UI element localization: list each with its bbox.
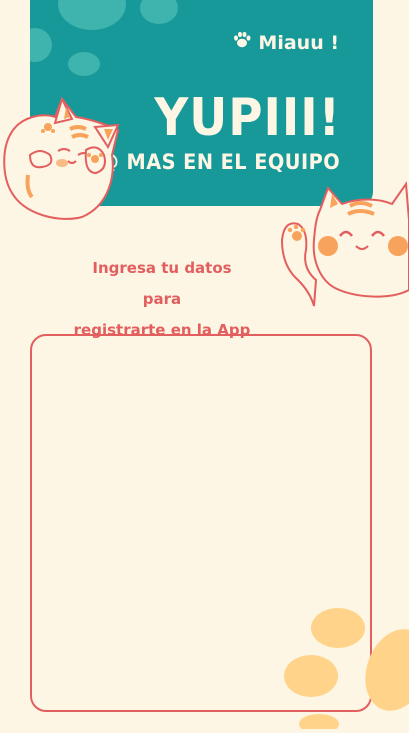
page-title: YUPIII!: [154, 88, 341, 148]
decor-blob: [58, 0, 126, 30]
paw-print-decoration: [283, 606, 409, 733]
register-instructions: Ingresa tu datos para registrarte en la …: [72, 253, 252, 346]
brand-label: Miauu !: [258, 31, 339, 54]
instructions-line-1: Ingresa tu datos para: [92, 259, 232, 308]
decor-blob: [140, 0, 178, 24]
cat-mascot-right: [280, 180, 409, 314]
decor-blob: [30, 28, 52, 62]
brand: Miauu !: [232, 30, 339, 55]
decor-blob: [68, 52, 100, 76]
paw-icon: [232, 30, 252, 55]
cat-mascot-left: [0, 95, 125, 227]
